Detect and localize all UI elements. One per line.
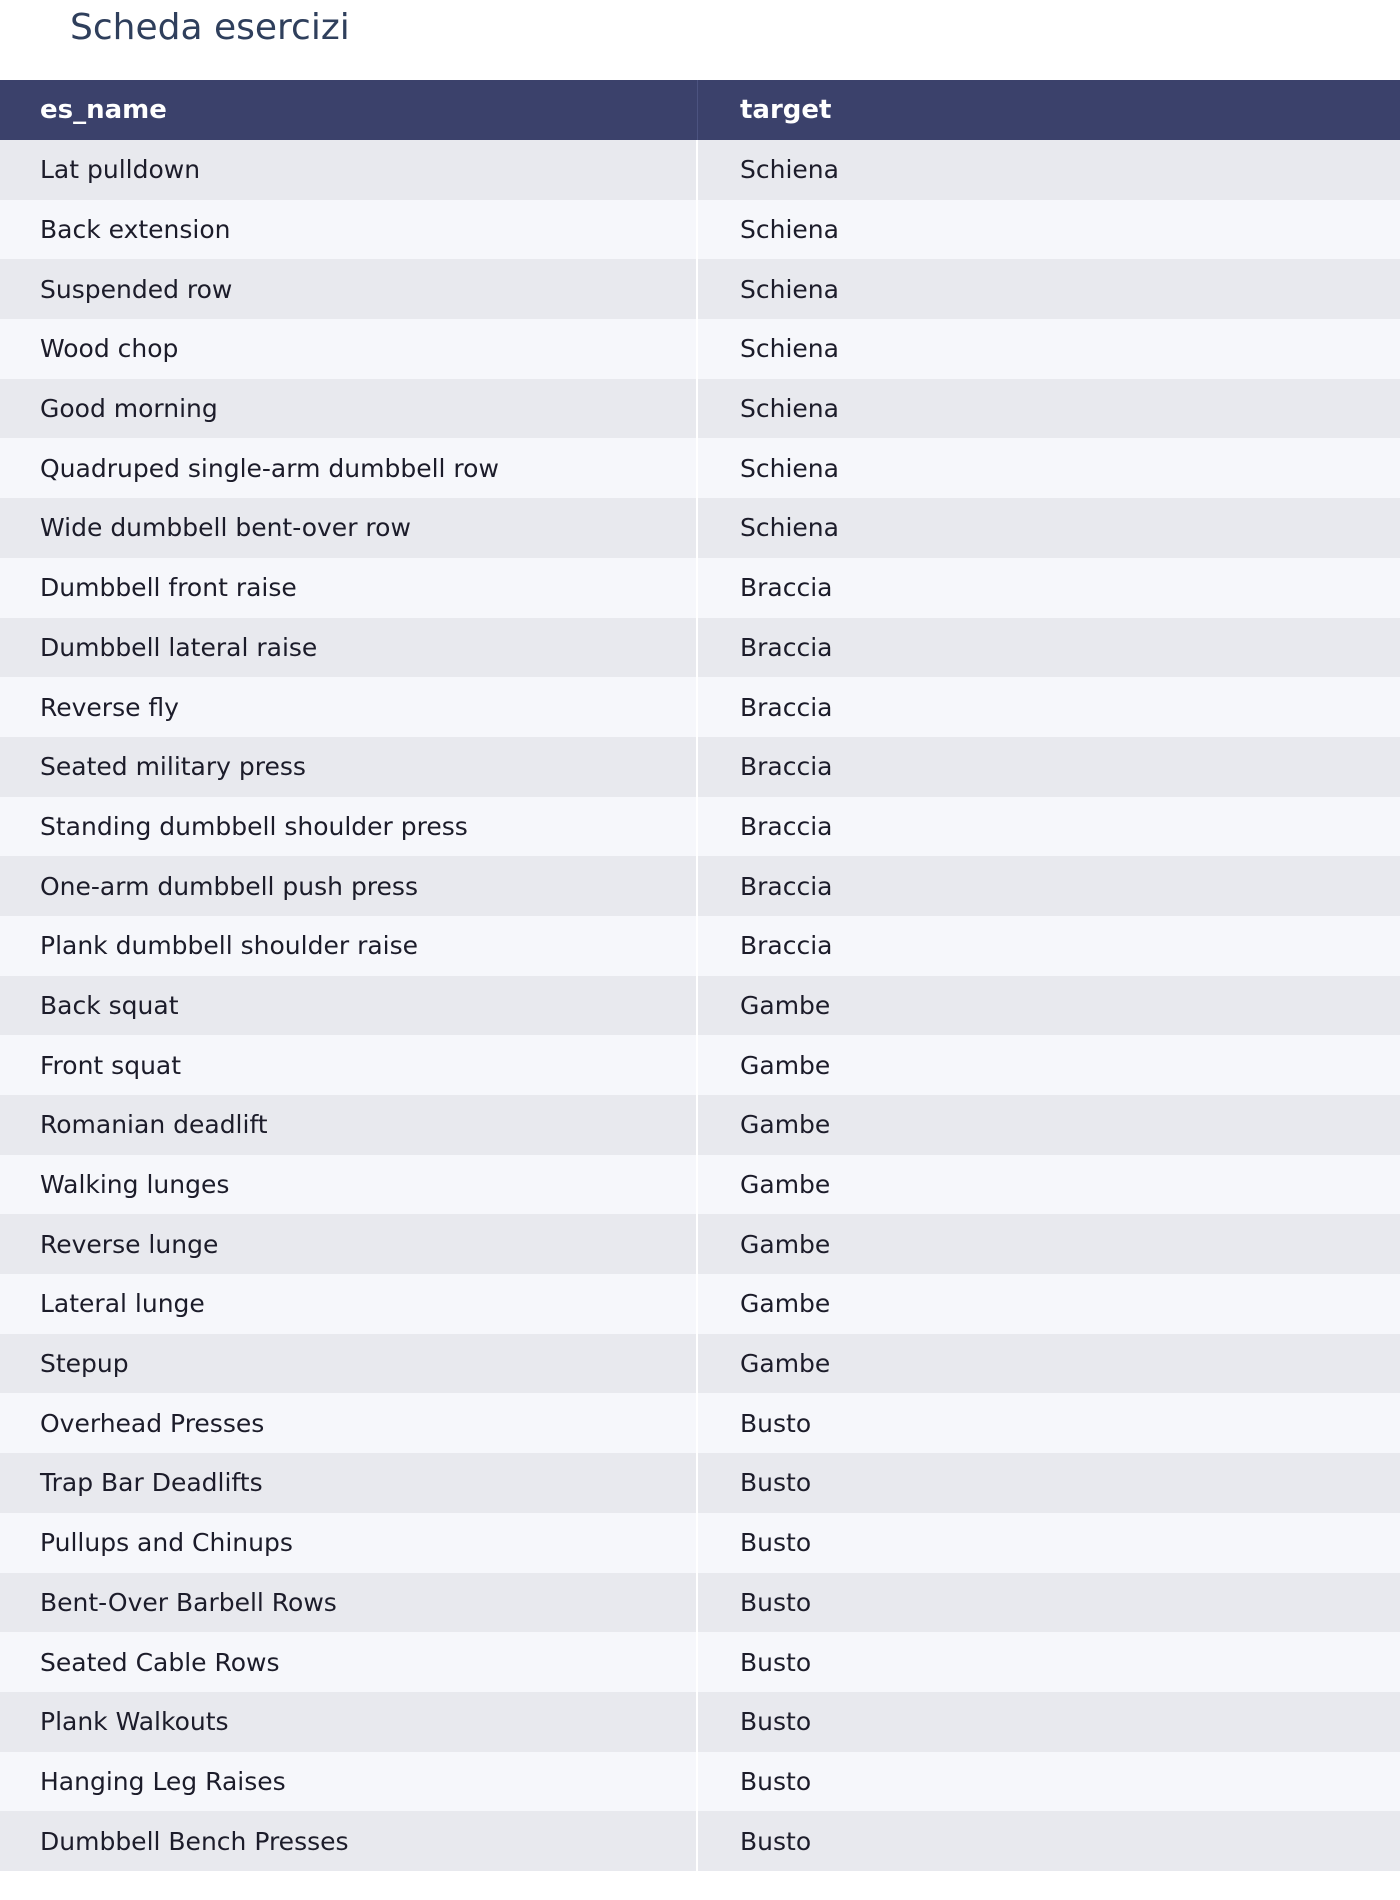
- table-row[interactable]: Back extension Schiena: [0, 199, 1400, 260]
- cell-target: Braccia: [740, 871, 833, 901]
- cell-target: Busto: [740, 1826, 812, 1856]
- cell-es-name: Plank dumbbell shoulder raise: [0, 915, 698, 976]
- cell-target: Braccia: [740, 692, 833, 722]
- table-row[interactable]: Walking lunges Gambe: [0, 1154, 1400, 1215]
- table-row[interactable]: Standing dumbbell shoulder press Braccia: [0, 796, 1400, 857]
- table-row[interactable]: Dumbbell Bench Presses Busto: [0, 1811, 1400, 1871]
- table-row[interactable]: Overhead Presses Busto: [0, 1393, 1400, 1454]
- cell-es-name: Standing dumbbell shoulder press: [0, 796, 698, 857]
- cell-es-name: Dumbbell lateral raise: [0, 617, 698, 678]
- cell-target: Schiena: [740, 513, 839, 543]
- table-body: Lat pulldown Schiena Back extension Schiena…: [0, 140, 1400, 1871]
- cell-es-name: Plank Walkouts: [0, 1691, 698, 1752]
- cell-es-name: Walking lunges: [0, 1154, 698, 1215]
- exercise-table: es_name target Lat pulldown Schiena Back e…: [0, 80, 1400, 1871]
- table-row[interactable]: Romanian deadlift Gambe: [0, 1095, 1400, 1155]
- table-row[interactable]: Hanging Leg Raises Busto: [0, 1751, 1400, 1812]
- table-row[interactable]: Reverse lunge Gambe: [0, 1214, 1400, 1275]
- cell-es-name: Wide dumbbell bent-over row: [0, 498, 698, 558]
- cell-es-name: Front squat: [0, 1035, 698, 1095]
- table-row[interactable]: Front squat Gambe: [0, 1035, 1400, 1095]
- cell-es-name: Quadruped single-arm dumbbell row: [0, 438, 698, 499]
- page-title: Scheda esercizi: [70, 7, 350, 48]
- cell-es-name: Reverse lunge: [0, 1214, 698, 1275]
- cell-target: Busto: [740, 1707, 812, 1737]
- table-row[interactable]: Wood chop Schiena: [0, 319, 1400, 379]
- table-row[interactable]: Bent-Over Barbell Rows Busto: [0, 1572, 1400, 1633]
- cell-target: Gambe: [740, 1349, 831, 1379]
- cell-es-name: Back extension: [0, 199, 698, 260]
- cell-target: Gambe: [740, 1289, 831, 1319]
- cell-target: Gambe: [740, 1170, 831, 1200]
- table-row[interactable]: Seated military press Braccia: [0, 736, 1400, 797]
- table-row[interactable]: Stepup Gambe: [0, 1333, 1400, 1394]
- cell-target: Gambe: [740, 1229, 831, 1259]
- cell-target: Braccia: [740, 632, 833, 662]
- cell-es-name: Dumbbell front raise: [0, 557, 698, 618]
- cell-target: Braccia: [740, 752, 833, 782]
- cell-target: Schiena: [740, 274, 839, 304]
- table-row[interactable]: Plank dumbbell shoulder raise Braccia: [0, 915, 1400, 976]
- table-row[interactable]: Lateral lunge Gambe: [0, 1274, 1400, 1334]
- cell-target: Busto: [740, 1528, 812, 1558]
- cell-es-name: Good morning: [0, 378, 698, 439]
- cell-target: Gambe: [740, 990, 831, 1020]
- cell-es-name: One-arm dumbbell push press: [0, 856, 698, 916]
- cell-es-name: Hanging Leg Raises: [0, 1751, 698, 1812]
- cell-target: Braccia: [740, 931, 833, 961]
- table-row[interactable]: One-arm dumbbell push press Braccia: [0, 856, 1400, 916]
- cell-target: Busto: [740, 1587, 812, 1617]
- cell-es-name: Pullups and Chinups: [0, 1512, 698, 1573]
- table-row[interactable]: Good morning Schiena: [0, 378, 1400, 439]
- table-row[interactable]: Suspended row Schiena: [0, 259, 1400, 320]
- cell-target: Gambe: [740, 1110, 831, 1140]
- column-header-target[interactable]: target: [698, 80, 1400, 140]
- table-row[interactable]: Lat pulldown Schiena: [0, 140, 1400, 200]
- table-row[interactable]: Plank Walkouts Busto: [0, 1691, 1400, 1752]
- cell-target: Schiena: [740, 394, 839, 424]
- cell-es-name: Overhead Presses: [0, 1393, 698, 1454]
- cell-target: Braccia: [740, 573, 833, 603]
- table-row[interactable]: Reverse fly Braccia: [0, 677, 1400, 737]
- cell-es-name: Stepup: [0, 1333, 698, 1394]
- cell-es-name: Reverse fly: [0, 677, 698, 737]
- table-row[interactable]: Seated Cable Rows Busto: [0, 1632, 1400, 1692]
- cell-es-name: Lateral lunge: [0, 1274, 698, 1334]
- cell-target: Schiena: [740, 334, 839, 364]
- cell-target: Busto: [740, 1408, 812, 1438]
- cell-target: Schiena: [740, 155, 839, 185]
- cell-target: Busto: [740, 1468, 812, 1498]
- cell-es-name: Trap Bar Deadlifts: [0, 1453, 698, 1513]
- table-row[interactable]: Back squat Gambe: [0, 975, 1400, 1036]
- column-header-es-name[interactable]: es_name: [0, 80, 698, 140]
- table-row[interactable]: Dumbbell front raise Braccia: [0, 557, 1400, 618]
- cell-target: Braccia: [740, 811, 833, 841]
- table-row[interactable]: Pullups and Chinups Busto: [0, 1512, 1400, 1573]
- cell-es-name: Seated military press: [0, 736, 698, 797]
- cell-es-name: Back squat: [0, 975, 698, 1036]
- cell-es-name: Romanian deadlift: [0, 1095, 698, 1155]
- table-row[interactable]: Quadruped single-arm dumbbell row Schiena: [0, 438, 1400, 499]
- cell-target: Schiena: [740, 453, 839, 483]
- cell-es-name: Suspended row: [0, 259, 698, 320]
- cell-es-name: Bent-Over Barbell Rows: [0, 1572, 698, 1633]
- table-row[interactable]: Dumbbell lateral raise Braccia: [0, 617, 1400, 678]
- cell-es-name: Wood chop: [0, 319, 698, 379]
- cell-es-name: Seated Cable Rows: [0, 1632, 698, 1692]
- cell-es-name: Lat pulldown: [0, 140, 698, 200]
- table-row[interactable]: Wide dumbbell bent-over row Schiena: [0, 498, 1400, 558]
- table-header-row: es_name target: [0, 80, 1400, 140]
- cell-target: Busto: [740, 1647, 812, 1677]
- cell-target: Schiena: [740, 215, 839, 245]
- cell-es-name: Dumbbell Bench Presses: [0, 1811, 698, 1871]
- table-row[interactable]: Trap Bar Deadlifts Busto: [0, 1453, 1400, 1513]
- cell-target: Busto: [740, 1766, 812, 1796]
- cell-target: Gambe: [740, 1050, 831, 1080]
